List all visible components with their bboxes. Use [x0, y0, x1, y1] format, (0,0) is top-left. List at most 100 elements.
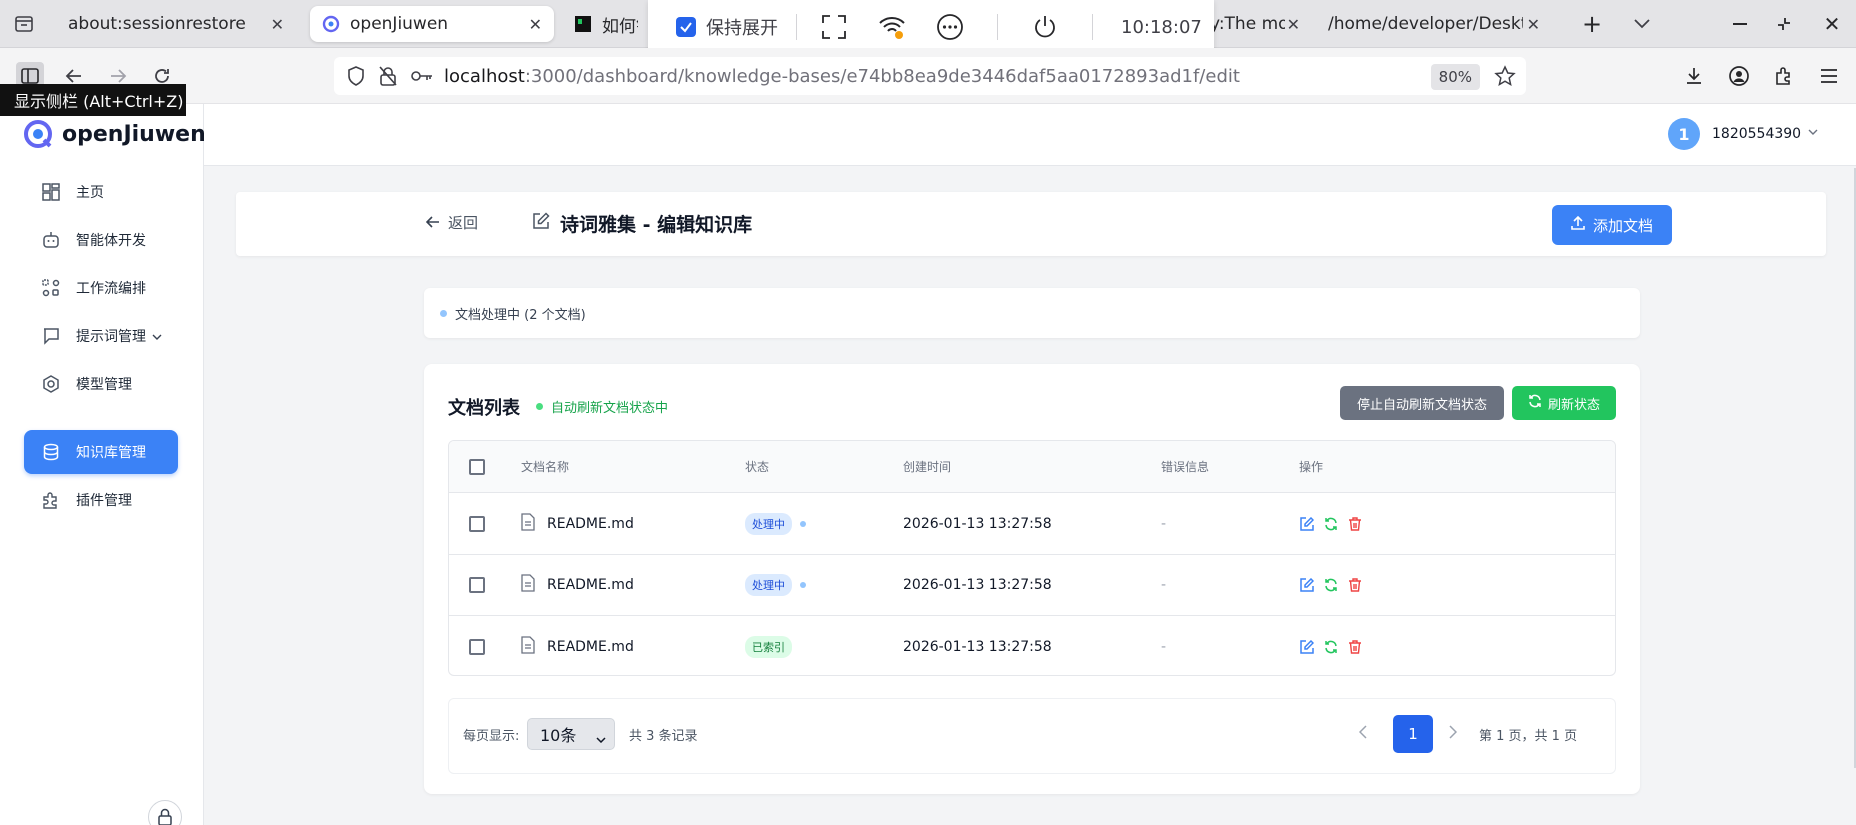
- row-checkbox[interactable]: [469, 577, 485, 593]
- documents-table: 文档名称 状态 创建时间 错误信息 操作 README.md 处理中 2026-…: [448, 440, 1616, 676]
- next-page-icon[interactable]: [1449, 725, 1458, 743]
- screen-overlay-toolbar: 保持展开 10:18:07: [648, 0, 1214, 54]
- menu-icon[interactable]: [1815, 62, 1843, 90]
- tab-fourth[interactable]: y:The mo ✕: [1200, 6, 1312, 42]
- per-page-label: 每页显示:: [463, 729, 520, 744]
- error-info: -: [1161, 516, 1167, 532]
- tab-sessionrestore[interactable]: about:sessionrestore ✕: [56, 6, 296, 42]
- brand-logo[interactable]: openJiuwen: [22, 118, 206, 150]
- per-page-value: 10条: [540, 726, 577, 745]
- reprocess-icon[interactable]: [1323, 639, 1339, 655]
- status-dot: [440, 309, 447, 317]
- prev-page-icon[interactable]: [1358, 725, 1367, 743]
- new-tab-icon[interactable]: +: [1578, 10, 1606, 38]
- document-list-card: 文档列表 自动刷新文档状态中 停止自动刷新文档状态 刷新状态 文档名称 状态 创…: [424, 364, 1640, 794]
- sidebar-item-label: 主页: [76, 185, 104, 201]
- add-document-button[interactable]: 添加文档: [1552, 205, 1672, 245]
- status-badge: 已索引: [745, 635, 792, 658]
- close-icon[interactable]: ✕: [1287, 15, 1300, 34]
- sidebar-item-models[interactable]: 模型管理: [24, 362, 178, 406]
- reprocess-icon[interactable]: [1323, 516, 1339, 532]
- wifi-icon[interactable]: [877, 12, 907, 42]
- clock-time: 10:18:07: [1121, 16, 1202, 38]
- account-icon[interactable]: [1725, 62, 1753, 90]
- sidebar-item-home[interactable]: 主页: [24, 170, 178, 214]
- reprocess-icon[interactable]: [1323, 577, 1339, 593]
- tab-desktop[interactable]: /home/developer/Desktop ✕: [1316, 6, 1552, 42]
- document-name[interactable]: README.md: [547, 516, 634, 532]
- document-name[interactable]: README.md: [547, 577, 634, 593]
- app-top-header: 1 1820554390: [204, 104, 1856, 166]
- tab-title: 如何针: [602, 16, 638, 37]
- edit-icon[interactable]: [1299, 516, 1315, 532]
- tab-list-icon[interactable]: [10, 10, 38, 38]
- zoom-level-badge[interactable]: 80%: [1430, 64, 1480, 90]
- delete-icon[interactable]: [1347, 639, 1363, 655]
- close-icon[interactable]: ✕: [529, 15, 542, 34]
- brand-name: openJiuwen: [62, 121, 206, 147]
- delete-icon[interactable]: [1347, 516, 1363, 532]
- power-icon[interactable]: [1030, 12, 1060, 42]
- sidebar-item-knowledge-base[interactable]: 知识库管理: [24, 430, 178, 474]
- refresh-status-label: 刷新状态: [1547, 397, 1600, 413]
- close-icon[interactable]: ✕: [1527, 15, 1540, 34]
- restore-icon[interactable]: [1770, 10, 1798, 38]
- keep-expanded-checkbox[interactable]: [676, 17, 696, 37]
- chevron-down-icon[interactable]: [1808, 124, 1818, 139]
- error-info: -: [1161, 638, 1167, 655]
- document-name[interactable]: README.md: [547, 639, 634, 655]
- tab-title: openJiuwen: [350, 14, 449, 34]
- tab-third[interactable]: 如何针: [562, 6, 650, 42]
- more-icon[interactable]: [935, 12, 965, 42]
- sidebar-tooltip: 显示侧栏 (Alt+Ctrl+Z): [0, 84, 186, 116]
- page-title: 诗词雅集 - 编辑知识库: [532, 210, 752, 237]
- sidebar-item-prompts[interactable]: 提示词管理: [24, 314, 178, 358]
- sidebar-item-workflow[interactable]: 工作流编排: [24, 266, 178, 310]
- bookmark-star-icon[interactable]: [1494, 65, 1516, 92]
- url-host: localhost: [444, 65, 525, 87]
- chevron-down-icon: [596, 728, 606, 747]
- tab-title: /home/developer/Desktop: [1328, 14, 1523, 34]
- edit-icon[interactable]: [1299, 639, 1315, 655]
- tab-openjiuwen[interactable]: openJiuwen ✕: [310, 6, 554, 42]
- minimize-icon[interactable]: [1726, 10, 1754, 38]
- file-icon: [521, 635, 535, 658]
- keep-expanded-label: 保持展开: [706, 18, 778, 39]
- back-button[interactable]: 返回: [425, 212, 478, 233]
- user-name[interactable]: 1820554390: [1712, 126, 1801, 142]
- fullscreen-icon[interactable]: [819, 12, 849, 42]
- column-header-actions: 操作: [1299, 460, 1324, 474]
- refresh-icon: [1528, 394, 1542, 412]
- stop-auto-refresh-button[interactable]: 停止自动刷新文档状态: [1340, 386, 1504, 420]
- per-page-select[interactable]: 10条: [527, 718, 615, 750]
- key-icon[interactable]: [410, 70, 434, 82]
- edit-icon[interactable]: [1299, 577, 1315, 593]
- url-bar[interactable]: localhost:3000/dashboard/knowledge-bases…: [334, 57, 1526, 95]
- close-icon[interactable]: ✕: [271, 15, 284, 34]
- chevron-down-icon[interactable]: [1628, 10, 1656, 38]
- table-row: README.md 处理中 2026-01-13 13:27:58 -: [449, 494, 1615, 555]
- upload-icon: [1571, 215, 1585, 234]
- extensions-icon[interactable]: [1770, 62, 1798, 90]
- download-icon[interactable]: [1680, 62, 1708, 90]
- created-time: 2026-01-13 13:27:58: [903, 577, 1052, 593]
- sidebar-item-plugins[interactable]: 插件管理: [24, 478, 178, 522]
- select-all-checkbox[interactable]: [469, 458, 485, 475]
- avatar[interactable]: 1: [1668, 118, 1700, 150]
- sidebar-item-agent-dev[interactable]: 智能体开发: [24, 218, 178, 262]
- processing-dot: [800, 521, 806, 527]
- column-header-created: 创建时间: [903, 460, 952, 474]
- delete-icon[interactable]: [1347, 577, 1363, 593]
- page-number-button[interactable]: 1: [1393, 715, 1433, 753]
- row-checkbox[interactable]: [469, 638, 485, 655]
- processing-status-card: 文档处理中 (2 个文档): [424, 288, 1640, 338]
- row-checkbox[interactable]: [469, 516, 485, 532]
- shield-icon[interactable]: [344, 66, 368, 86]
- close-window-icon[interactable]: ✕: [1818, 10, 1846, 38]
- refresh-status-button[interactable]: 刷新状态: [1512, 386, 1616, 420]
- error-info: -: [1161, 577, 1167, 593]
- lock-icon[interactable]: [148, 800, 182, 825]
- insecure-lock-icon[interactable]: [376, 66, 400, 86]
- sidebar-item-label: 工作流编排: [76, 281, 146, 297]
- created-time: 2026-01-13 13:27:58: [903, 638, 1052, 655]
